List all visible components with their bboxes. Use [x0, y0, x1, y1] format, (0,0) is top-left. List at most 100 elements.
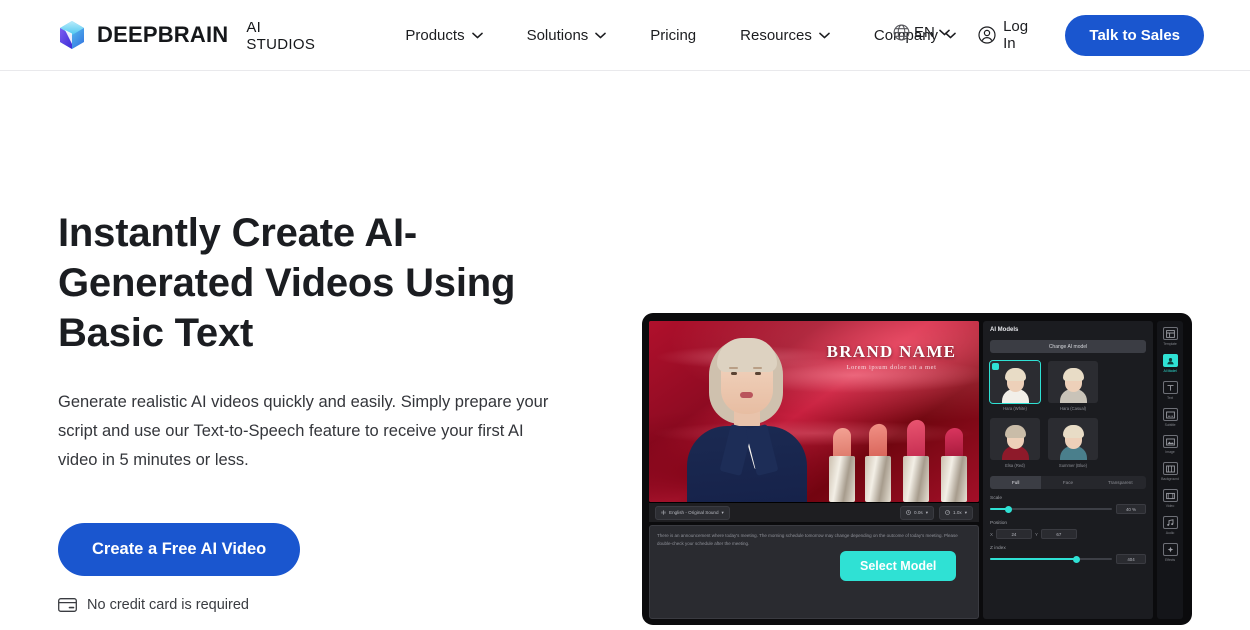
speed-chip[interactable]: 1.0x ▾ [939, 505, 973, 520]
rail-label: Text [1166, 396, 1174, 400]
rail-label: AI Model [1163, 369, 1177, 373]
zindex-control: 404 [990, 554, 1146, 564]
model-card[interactable]: Hara (White) [989, 360, 1041, 411]
rail-item-effects[interactable]: Effects [1158, 541, 1182, 564]
no-credit-card-label: No credit card is required [87, 597, 249, 613]
login-label: Log In [1003, 18, 1029, 52]
chevron-down-icon: ▾ [925, 509, 928, 515]
model-grid: Hara (White) Hara (Casual) Elsa (Red) Su… [989, 360, 1146, 468]
scale-label: Scale [990, 496, 1002, 501]
brand-subtitle: AI STUDIOS [246, 19, 316, 53]
position-control: X 24 Y 67 [990, 529, 1146, 539]
language-voice-label: English - Original Sound [669, 510, 719, 515]
rail-label: Audio [1165, 531, 1175, 535]
model-name: Elsa (Red) [1005, 463, 1025, 468]
scale-value[interactable]: 40 % [1116, 504, 1146, 514]
model-card[interactable]: Elsa (Red) [990, 418, 1040, 468]
lipstick-product-image [829, 406, 977, 502]
select-model-button[interactable]: Select Model [840, 551, 957, 581]
hero-product-preview: BRAND NAME Lorem ipsum dolor sit a met E… [642, 71, 1192, 630]
rail-label: Template [1163, 342, 1177, 346]
ai-models-panel: AI Models Change AI model Hara (White) H… [983, 321, 1153, 619]
rail-item-text[interactable]: Text [1158, 379, 1182, 402]
selected-check-icon [992, 363, 999, 370]
stage-toolbar: English - Original Sound ▾ 0.0s ▾ 1.0x ▾ [649, 502, 979, 522]
change-ai-model-button[interactable]: Change AI model [990, 340, 1146, 353]
header-actions: Log In Talk to Sales [978, 14, 1204, 56]
site-header: DEEPBRAIN AI STUDIOS Products Solutions … [0, 0, 1250, 71]
rail-label: Background [1161, 477, 1179, 481]
duration-label: 0.0s [914, 510, 923, 515]
chevron-down-icon [939, 29, 950, 36]
rail-item-subtitle[interactable]: Subtitle [1158, 406, 1182, 429]
ai-studios-app-mock: BRAND NAME Lorem ipsum dolor sit a met E… [642, 313, 1192, 625]
rail-item-background[interactable]: Background [1158, 460, 1182, 483]
chevron-down-icon [471, 32, 483, 39]
hero-subtext: Generate realistic AI videos quickly and… [58, 393, 549, 469]
model-name: Hara (Casual) [1059, 406, 1087, 411]
scale-slider[interactable] [990, 505, 1112, 513]
hero-copy: Instantly Create AI-Generated Videos Usi… [58, 71, 613, 630]
video-canvas[interactable]: BRAND NAME Lorem ipsum dolor sit a met [649, 321, 979, 502]
canvas-brand-subtitle: Lorem ipsum dolor sit a met [846, 364, 937, 371]
zindex-value[interactable]: 404 [1116, 554, 1146, 564]
user-circle-icon [978, 26, 996, 44]
main-navigation: Products Solutions Pricing Resources Com… [383, 27, 978, 44]
nav-item-pricing[interactable]: Pricing [628, 27, 718, 44]
no-credit-card-note: No credit card is required [58, 597, 613, 613]
chevron-down-icon: ▾ [964, 509, 967, 515]
segment-transparent[interactable]: Transparent [1095, 476, 1146, 489]
model-name: Hara (White) [1003, 406, 1027, 411]
tool-rail: Template AI Model Text Subtitle Image Ba… [1157, 321, 1183, 619]
model-card[interactable]: Summer (Blue) [1048, 418, 1098, 468]
login-link[interactable]: Log In [978, 18, 1035, 52]
chevron-down-icon: ▾ [721, 509, 724, 515]
chevron-down-icon [819, 32, 830, 39]
nav-item-solutions[interactable]: Solutions [505, 27, 629, 44]
panel-title: AI Models [990, 327, 1019, 333]
scale-control: 40 % [990, 504, 1146, 514]
rail-item-image[interactable]: Image [1158, 433, 1182, 456]
position-y-input[interactable]: 67 [1040, 529, 1077, 539]
duration-chip[interactable]: 0.0s ▾ [900, 505, 934, 520]
rail-item-template[interactable]: Template [1158, 325, 1182, 348]
position-y-tag: Y [1034, 531, 1038, 537]
rail-label: Video [1165, 504, 1175, 508]
language-voice-chip[interactable]: English - Original Sound ▾ [655, 505, 730, 520]
model-name: Summer (Blue) [1058, 463, 1088, 468]
rail-item-video[interactable]: Video [1158, 487, 1182, 510]
nav-label: Resources [740, 26, 812, 44]
cube-logo-icon [58, 20, 86, 50]
nav-item-resources[interactable]: Resources [718, 27, 852, 44]
voice-icon [661, 510, 666, 515]
rail-label: Subtitle [1164, 423, 1176, 427]
segment-face[interactable]: Face [1042, 476, 1093, 489]
nav-label: Solutions [526, 26, 589, 44]
view-mode-segmented-control: Full Face Transparent [990, 476, 1146, 489]
rail-item-ai-model[interactable]: AI Model [1158, 352, 1182, 375]
brand-name: DEEPBRAIN [97, 22, 229, 47]
canvas-brand-text: BRAND NAME Lorem ipsum dolor sit a met [809, 342, 974, 372]
language-selector[interactable]: EN [893, 24, 950, 41]
nav-label: Products [405, 26, 465, 44]
zindex-slider[interactable] [990, 555, 1112, 563]
create-free-ai-video-button[interactable]: Create a Free AI Video [58, 523, 301, 576]
talk-to-sales-button[interactable]: Talk to Sales [1065, 14, 1204, 56]
speed-label: 1.0x [953, 510, 962, 515]
nav-item-products[interactable]: Products [383, 27, 504, 44]
speed-icon [945, 510, 950, 515]
ai-presenter-avatar [681, 330, 813, 502]
position-x-tag: X [990, 531, 993, 537]
rail-label: Effects [1165, 558, 1175, 562]
position-x-input[interactable]: 24 [995, 529, 1032, 539]
brand-logo-link[interactable]: DEEPBRAIN AI STUDIOS [58, 18, 323, 53]
rail-item-audio[interactable]: Audio [1158, 514, 1182, 537]
credit-card-icon [58, 598, 77, 612]
canvas-brand-title: BRAND NAME [826, 342, 957, 361]
segment-full[interactable]: Full [990, 476, 1042, 489]
model-card[interactable]: Hara (Casual) [1048, 361, 1098, 411]
hero-section: Instantly Create AI-Generated Videos Usi… [0, 71, 1250, 630]
nav-label: Pricing [650, 26, 697, 44]
page-title: Instantly Create AI-Generated Videos Usi… [58, 211, 516, 355]
chevron-down-icon [595, 32, 607, 39]
